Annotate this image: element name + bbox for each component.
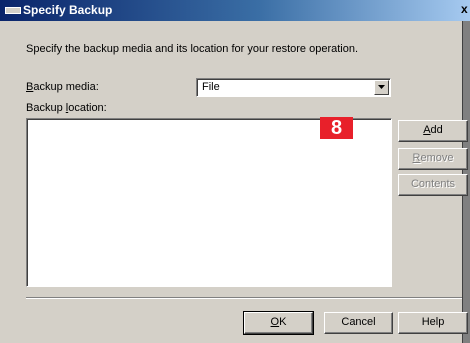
contents-button[interactable]: Contents <box>398 174 468 196</box>
title-bar[interactable]: Specify Backup x <box>0 0 470 21</box>
backup-media-label-text: ackup media: <box>33 81 99 93</box>
backup-location-label-start: Backup <box>26 102 66 114</box>
help-button[interactable]: Help <box>398 312 468 334</box>
step-number-badge: 8 <box>320 117 353 139</box>
separator <box>26 297 462 299</box>
ok-button-label: K <box>279 316 287 328</box>
remove-button[interactable]: Remove <box>398 148 468 170</box>
backup-location-label-end: ocation: <box>68 102 107 114</box>
backup-location-label: Backup location: <box>26 102 107 114</box>
cancel-button[interactable]: Cancel <box>324 312 393 334</box>
ok-button[interactable]: OK <box>243 311 314 335</box>
backup-media-dropdown[interactable]: File <box>196 78 391 97</box>
dropdown-button[interactable] <box>374 80 389 95</box>
backup-location-list[interactable] <box>26 118 392 287</box>
add-button-label: dd <box>430 124 443 136</box>
add-button[interactable]: Add <box>398 120 468 142</box>
accelerator-key: A <box>423 124 431 136</box>
instructions-text: Specify the backup media and its locatio… <box>26 43 359 55</box>
chevron-down-icon <box>378 85 385 89</box>
window-title: Specify Backup <box>23 3 113 17</box>
accelerator-key: O <box>270 316 280 328</box>
backup-media-value: File <box>202 81 220 93</box>
close-icon[interactable]: x <box>461 2 470 17</box>
backup-media-label: Backup media: <box>26 81 99 93</box>
remove-button-label: emove <box>420 152 454 164</box>
window-menu-icon[interactable] <box>5 7 21 14</box>
